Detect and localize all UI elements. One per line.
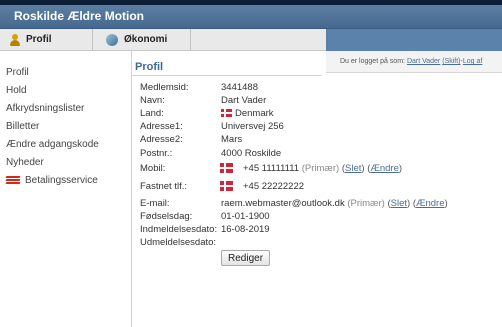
logged-in-user-link[interactable]: Dart Vader xyxy=(407,58,440,65)
email-value: raem.webmaster@outlook.dk xyxy=(221,198,345,209)
sidebar-item-billetter[interactable]: Billetter xyxy=(6,121,39,132)
enrolled-label: Indmeldelsesdato: xyxy=(140,224,218,235)
email-change-link[interactable]: Ændre xyxy=(416,198,445,209)
postal-value: 4000 Roskilde xyxy=(221,148,282,159)
postal-label: Postnr.: xyxy=(140,148,173,159)
country-label: Land: xyxy=(140,108,164,119)
tab-okonomi-label: Økonomi xyxy=(124,34,168,45)
name-label: Navn: xyxy=(140,95,165,106)
email-label: E-mail: xyxy=(140,198,170,209)
sidebar-item-betalingsservice[interactable]: Betalingsservice xyxy=(5,175,98,186)
sidebar-item-betalingsservice-label: Betalingsservice xyxy=(25,175,98,186)
sidebar-item-profil[interactable]: Profil xyxy=(6,67,29,78)
sidebar: Profil Hold Afkrydsningslister Billetter… xyxy=(0,51,132,327)
email-delete-link[interactable]: Slet xyxy=(391,198,407,209)
member-id-label: Medlemsid: xyxy=(140,82,189,93)
danish-flag-icon xyxy=(221,109,232,118)
mobile-value-wrap: +45 11111111 (Primær) (Slet) (Ændre) xyxy=(220,163,402,174)
name-value: Dart Vader xyxy=(221,95,267,106)
sidebar-item-nyheder[interactable]: Nyheder xyxy=(6,157,44,168)
landline-label: Fastnet tlf.: xyxy=(140,181,187,192)
landline-flag-icon xyxy=(220,181,233,192)
mobile-delete-link[interactable]: Slet xyxy=(345,163,361,174)
app-header: Roskilde Ældre Motion xyxy=(0,5,502,29)
birthday-label: Fødselsdag: xyxy=(140,211,193,222)
tab-profil-label: Profil xyxy=(26,34,52,45)
country-value-wrap: Denmark xyxy=(221,108,274,119)
edit-button[interactable]: Rediger xyxy=(221,250,271,266)
betalingsservice-icon xyxy=(5,175,21,185)
mobile-label: Mobil: xyxy=(140,163,166,174)
country-value: Denmark xyxy=(235,108,274,119)
enrolled-value: 16-08-2019 xyxy=(221,224,270,235)
email-value-wrap: raem.webmaster@outlook.dk (Primær) (Slet… xyxy=(221,198,448,209)
address1-label: Adresse1: xyxy=(140,121,183,132)
tab-okonomi[interactable]: Økonomi xyxy=(106,29,191,50)
mobile-change-link[interactable]: Ændre xyxy=(370,163,399,174)
mobile-flag-icon xyxy=(220,163,233,174)
member-id-value: 3441488 xyxy=(221,82,258,93)
globe-icon xyxy=(106,33,118,46)
email-primary-note: (Primær) xyxy=(347,198,385,209)
birthday-value: 01-01-1900 xyxy=(221,211,270,222)
landline-value-wrap: +45 22222222 xyxy=(220,181,304,192)
unenrolled-label: Udmeldelsesdato: xyxy=(140,237,217,248)
landline-value: +45 22222222 xyxy=(243,181,305,192)
title-divider xyxy=(132,75,322,76)
tab-profil[interactable]: Profil xyxy=(10,29,93,50)
header-strip xyxy=(326,29,502,51)
login-info-bar: Du er logget på som: Dart Vader (Skift) … xyxy=(326,51,502,73)
person-icon xyxy=(10,33,20,46)
mobile-primary-note: (Primær) xyxy=(301,163,340,174)
page-title: Profil xyxy=(135,61,164,73)
logout-link[interactable]: Log af xyxy=(463,58,482,65)
address2-label: Adresse2: xyxy=(140,134,183,145)
mobile-value: +45 11111111 xyxy=(243,163,300,174)
switch-user-link[interactable]: (Skift) xyxy=(442,58,460,65)
login-info-prefix: Du er logget på som: xyxy=(340,58,405,65)
app-title: Roskilde Ældre Motion xyxy=(14,9,145,23)
address1-value: Universvej 256 xyxy=(221,121,284,132)
sidebar-item-aendre-adgangskode[interactable]: Ændre adgangskode xyxy=(6,139,99,150)
sidebar-item-afkrydsningslister[interactable]: Afkrydsningslister xyxy=(6,103,84,114)
address2-value: Mars xyxy=(221,134,243,145)
sidebar-item-hold[interactable]: Hold xyxy=(6,85,27,96)
